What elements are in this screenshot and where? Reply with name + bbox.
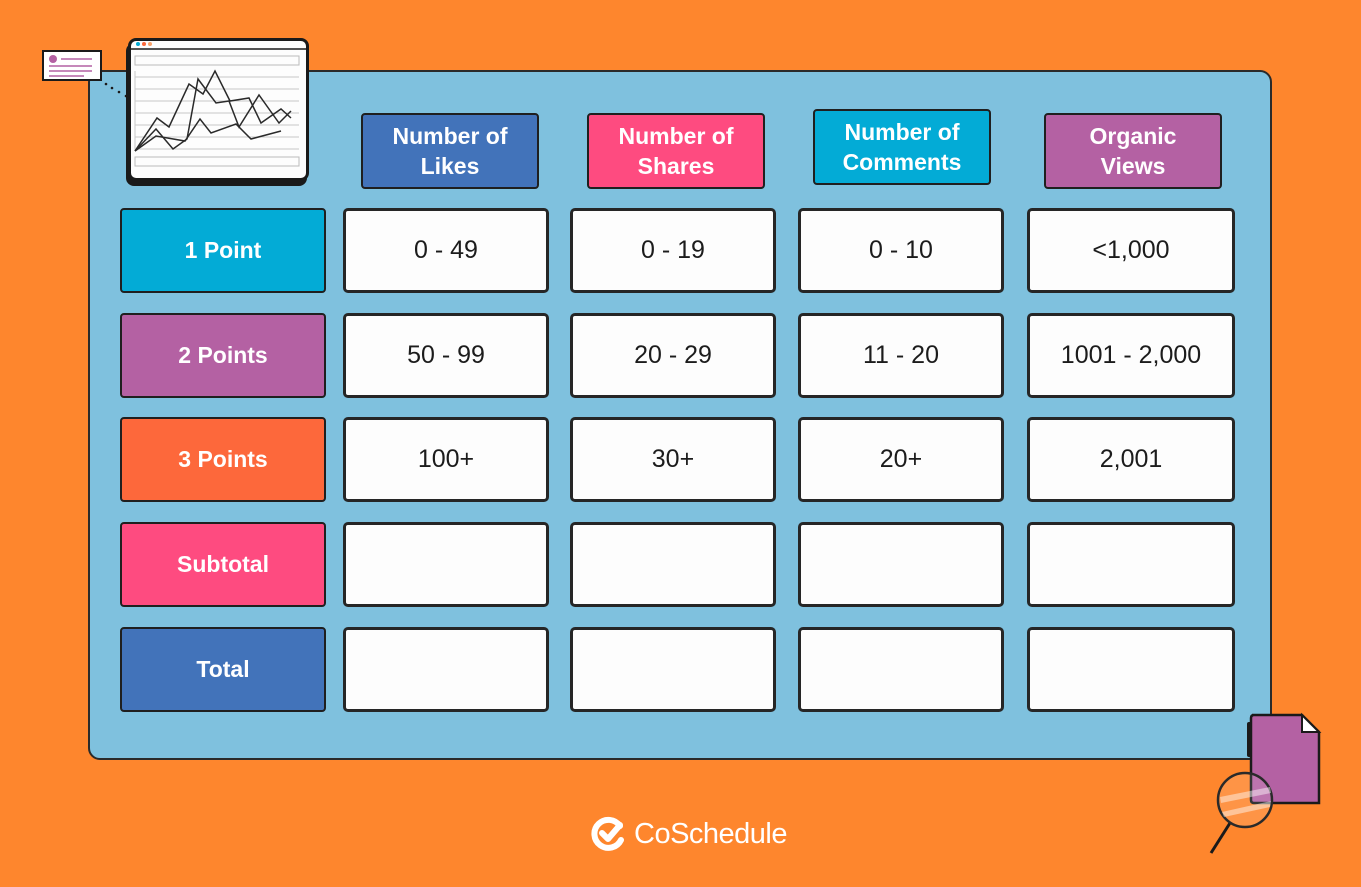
line-chart-graphic	[131, 42, 306, 167]
table-cell: 50 - 99	[343, 313, 549, 398]
table-cell: 0 - 10	[798, 208, 1004, 293]
column-header-likes: Number of Likes	[361, 113, 539, 189]
column-header-organic-views: Organic Views	[1044, 113, 1222, 189]
table-cell: 30+	[570, 417, 776, 502]
checkmark-logo-icon	[591, 816, 624, 851]
document-search-graphic	[1209, 712, 1322, 854]
table-cell: 2,001	[1027, 417, 1235, 502]
column-header-comments-label: Number of Comments	[842, 119, 962, 175]
subtotal-cell-likes[interactable]	[343, 522, 549, 607]
total-cell-organic-views[interactable]	[1027, 627, 1235, 712]
row-label-1-point: 1 Point	[120, 208, 326, 293]
total-cell-comments[interactable]	[798, 627, 1004, 712]
table-cell: 11 - 20	[798, 313, 1004, 398]
row-label-3-points: 3 Points	[120, 417, 326, 502]
table-cell: 0 - 19	[570, 208, 776, 293]
row-label-total: Total	[120, 627, 326, 712]
brand-name: CoSchedule	[634, 817, 788, 850]
profile-card-graphic	[49, 55, 92, 77]
table-cell: 20 - 29	[570, 313, 776, 398]
column-header-shares-label: Number of Shares	[618, 123, 734, 179]
line-chart-browser-icon	[128, 38, 309, 181]
profile-card-icon	[42, 50, 102, 81]
subtotal-cell-comments[interactable]	[798, 522, 1004, 607]
total-cell-likes[interactable]	[343, 627, 549, 712]
row-label-subtotal: Subtotal	[120, 522, 326, 607]
column-header-likes-label: Number of Likes	[392, 123, 508, 179]
subtotal-cell-organic-views[interactable]	[1027, 522, 1235, 607]
column-header-shares: Number of Shares	[587, 113, 765, 189]
table-cell: 100+	[343, 417, 549, 502]
brand-logo: CoSchedule	[590, 815, 788, 853]
column-header-organic-views-label: Organic Views	[1089, 123, 1177, 179]
magnifying-glass-icon	[1209, 771, 1274, 854]
column-header-comments: Number of Comments	[813, 109, 991, 185]
subtotal-cell-shares[interactable]	[570, 522, 776, 607]
total-cell-shares[interactable]	[570, 627, 776, 712]
table-cell: 20+	[798, 417, 1004, 502]
row-label-2-points: 2 Points	[120, 313, 326, 398]
table-cell: 0 - 49	[343, 208, 549, 293]
table-cell: 1001 - 2,000	[1027, 313, 1235, 398]
table-cell: <1,000	[1027, 208, 1235, 293]
